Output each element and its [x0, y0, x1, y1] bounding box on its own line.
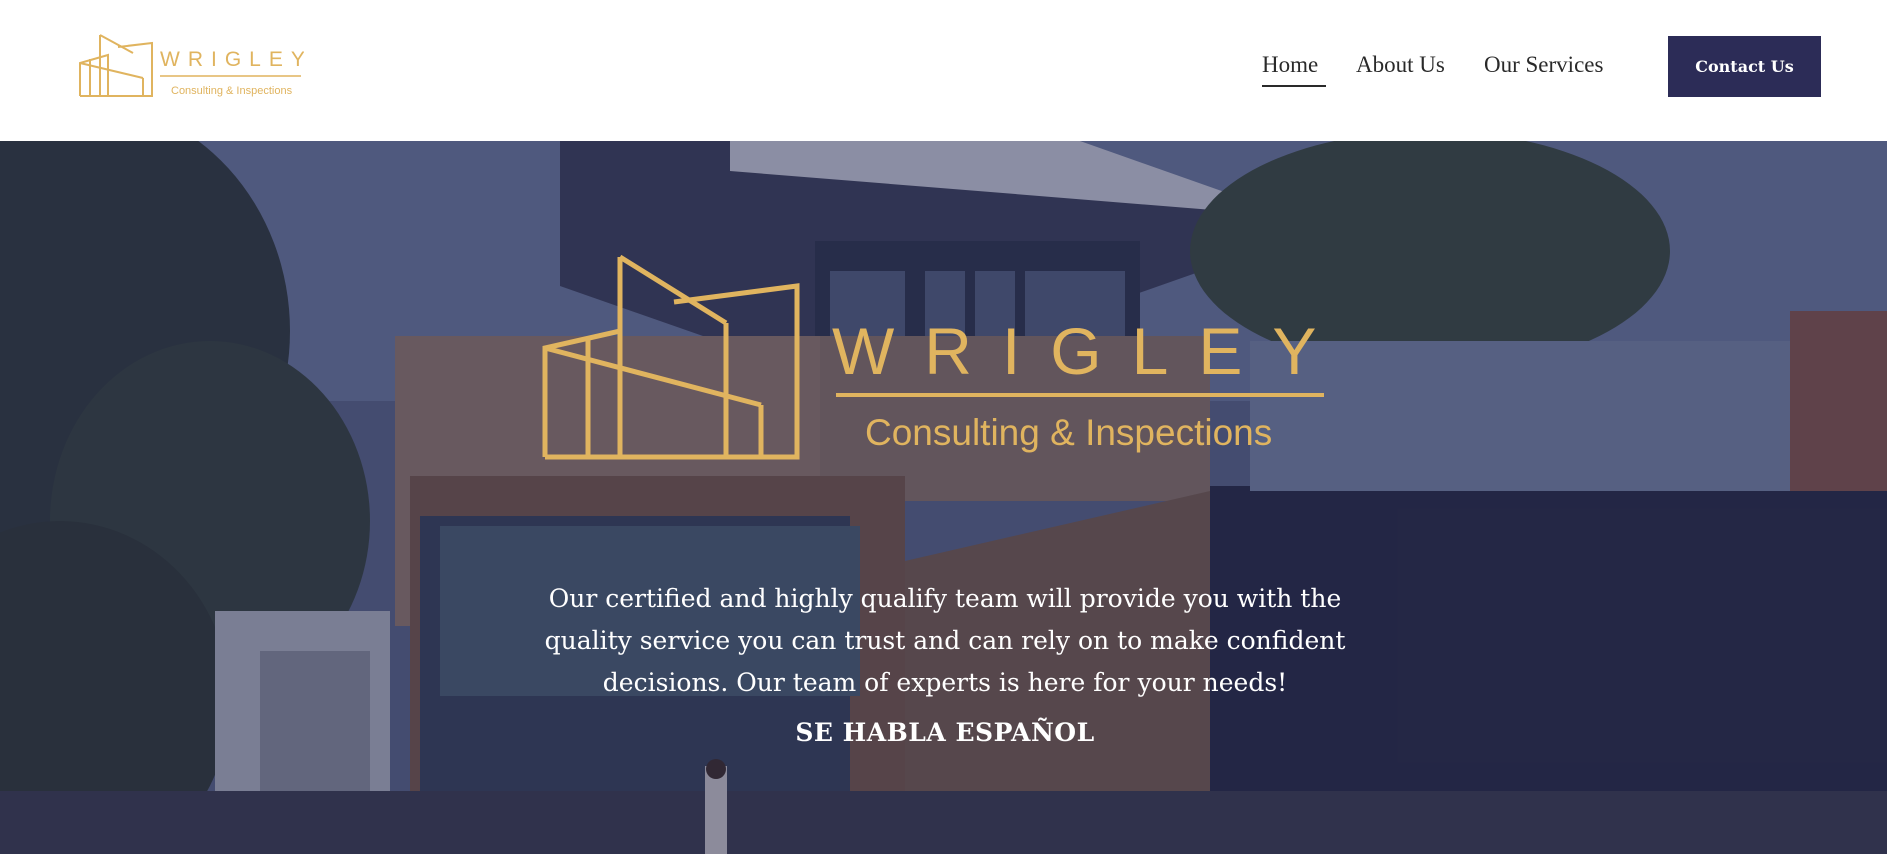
- svg-text:Consulting & Inspections: Consulting & Inspections: [865, 412, 1272, 453]
- nav-our-services[interactable]: Our Services: [1484, 52, 1603, 88]
- wrigley-hero-logo: WRIGLEY Consulting & Inspections: [542, 254, 1340, 460]
- wrigley-logo[interactable]: WRIGLEY Consulting & Inspections: [78, 33, 304, 103]
- contact-us-button[interactable]: Contact Us: [1668, 36, 1821, 97]
- hero-description: Our certified and highly qualify team wi…: [544, 584, 1346, 697]
- svg-text:Consulting & Inspections: Consulting & Inspections: [171, 85, 293, 97]
- svg-text:WRIGLEY: WRIGLEY: [832, 314, 1340, 388]
- site-header: WRIGLEY Consulting & Inspections Home Ab…: [0, 0, 1887, 141]
- svg-text:WRIGLEY: WRIGLEY: [160, 48, 304, 71]
- hero-section: WRIGLEY Consulting & Inspections Our cer…: [0, 141, 1887, 854]
- nav-active-underline: [1262, 85, 1326, 87]
- hero-overlay: [0, 141, 1887, 854]
- nav-home[interactable]: Home: [1262, 52, 1318, 88]
- nav-about-us[interactable]: About Us: [1356, 52, 1445, 88]
- hero-language-note: SE HABLA ESPAÑOL: [795, 718, 1095, 747]
